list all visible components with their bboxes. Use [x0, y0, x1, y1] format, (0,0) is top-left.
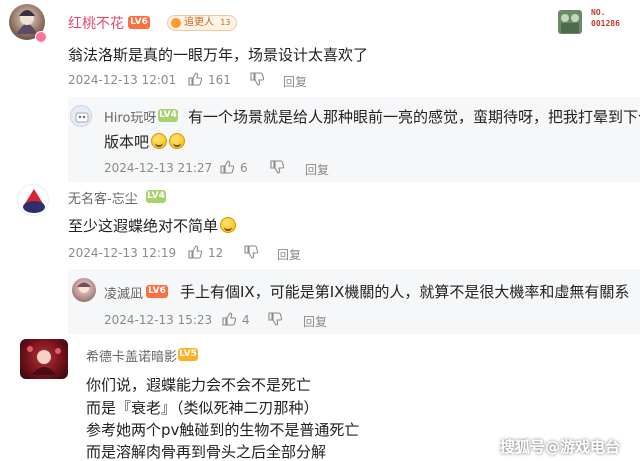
reply-button[interactable]: 回复: [277, 246, 301, 263]
like-count: 4: [242, 313, 250, 327]
comment-text: 至少这遐蝶绝对不简单: [68, 217, 219, 235]
comment-text: 版本吧: [104, 133, 150, 151]
thumb-down-icon[interactable]: [244, 245, 258, 259]
comment-text: 手上有個IX，可能是第IX機關的人，就算不是很大機率和虛無有關系: [180, 283, 630, 301]
like-count: 12: [208, 246, 224, 260]
fan-badge-figure-icon: [555, 6, 585, 36]
username[interactable]: Hiro玩呀: [104, 107, 156, 126]
comment-date: 2024-12-13 12:01: [68, 73, 177, 87]
laugh-emoji-icon: [151, 133, 168, 149]
comment-text: 翁法洛斯是真的一眼万年，场景设计太喜欢了: [68, 46, 369, 64]
level-badge: LV6: [128, 16, 150, 29]
comment-text-line: 参考她两个pv触碰到的生物不是普通死亡: [86, 421, 360, 439]
comment-text: 有一个场景就是给人那种眼前一亮的感觉，蛮期待呀，把我打晕到下个: [188, 108, 640, 126]
thumb-up-icon[interactable]: [188, 72, 202, 86]
reply-button[interactable]: 回复: [283, 73, 307, 90]
avatar-badge-icon: [35, 31, 47, 43]
fan-number-label: NO.: [591, 8, 606, 17]
thumb-up-icon[interactable]: [222, 312, 236, 326]
like-count: 161: [208, 73, 231, 87]
laugh-emoji-icon: [220, 217, 237, 233]
watermark-text: 搜狐号@游戏电台: [500, 438, 621, 456]
comment-text-line: 而是『衰老』（类似死神二刃那种）: [86, 399, 319, 417]
medal-label: 追更人: [184, 17, 214, 28]
level-badge: LV5: [178, 348, 198, 361]
thumb-up-icon[interactable]: [220, 160, 234, 174]
comment-date: 2024-12-13 12:19: [68, 246, 177, 260]
level-badge: LV4: [158, 109, 178, 122]
comment-text-line: 你们说，遐蝶能力会不会不是死亡: [86, 376, 312, 394]
thumb-down-icon[interactable]: [268, 312, 282, 326]
avatar[interactable]: [20, 339, 68, 379]
avatar[interactable]: [17, 184, 49, 216]
level-badge: LV4: [146, 190, 166, 203]
avatar[interactable]: [72, 278, 96, 302]
comment-date: 2024-12-13 21:27: [104, 161, 213, 175]
thumb-down-icon[interactable]: [250, 72, 264, 86]
fan-medal-badge[interactable]: 追更人 13: [167, 15, 238, 31]
like-count: 6: [240, 161, 248, 175]
level-badge: LV6: [146, 285, 168, 298]
username[interactable]: 无名客-忘尘: [68, 188, 138, 207]
medal-number: 13: [220, 18, 231, 27]
thumb-up-icon[interactable]: [188, 245, 202, 259]
avatar[interactable]: [70, 105, 92, 127]
comment-text: 至少这遐蝶绝对不简单: [68, 215, 237, 236]
username[interactable]: 希德卡盖诺暗影: [86, 346, 177, 365]
fan-number: 001286: [591, 19, 620, 28]
thumb-down-icon[interactable]: [270, 160, 284, 174]
reply-button[interactable]: 回复: [303, 313, 327, 330]
username[interactable]: 凌滅凪: [104, 283, 143, 302]
medal-icon: [171, 18, 181, 28]
comment-text-continued: 版本吧: [104, 131, 186, 152]
comment-date: 2024-12-13 15:23: [104, 313, 213, 327]
username[interactable]: 红桃不花: [68, 13, 124, 33]
comment-text-line: 而是溶解肉骨再到骨头之后全部分解: [86, 443, 327, 461]
laugh-emoji-icon: [169, 133, 186, 149]
reply-button[interactable]: 回复: [305, 161, 329, 178]
